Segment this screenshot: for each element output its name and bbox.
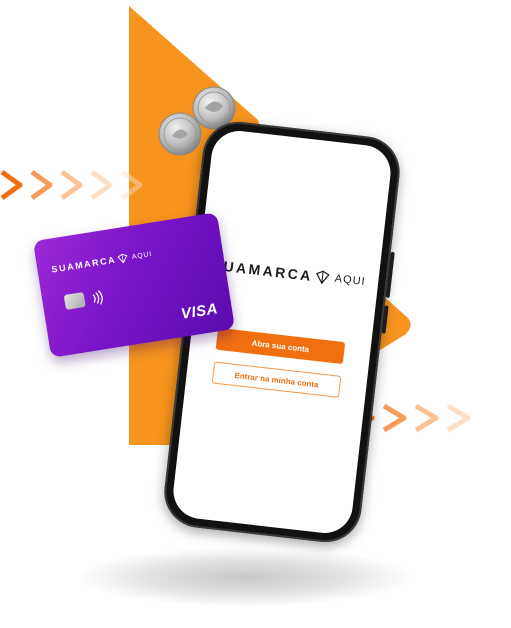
login-button[interactable]: Entrar na minha conta — [211, 361, 342, 398]
card-brand-logo: SUAMARCA AQUI — [50, 249, 153, 275]
chip-icon — [63, 291, 86, 310]
card-brand-name: SUAMARCA — [50, 254, 117, 275]
phone-shadow — [80, 548, 410, 606]
open-account-button[interactable]: Abra sua conta — [215, 327, 346, 365]
logo-mark-icon — [117, 253, 128, 264]
card-network-logo: VISA — [179, 300, 220, 323]
logo-mark-icon — [316, 270, 331, 285]
contactless-icon — [92, 290, 103, 305]
brand-suffix: AQUI — [334, 272, 367, 289]
promo-illustration: SUAMARCA AQUI Abra sua conta Entrar na m… — [0, 0, 511, 628]
card-brand-suffix: AQUI — [131, 250, 153, 261]
left-chevron-arrows-icon — [0, 169, 143, 201]
